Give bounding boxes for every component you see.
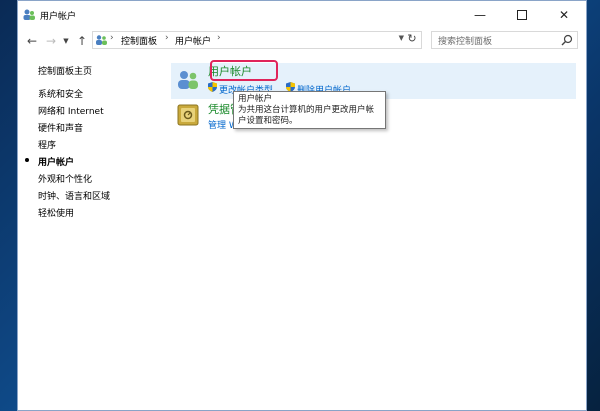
safe-icon[interactable]	[176, 103, 200, 127]
annotation-highlight-box	[210, 60, 278, 81]
uac-shield-icon	[208, 82, 217, 92]
search-input[interactable]: 搜索控制面板	[431, 31, 578, 49]
chevron-down-icon: ▼	[63, 37, 69, 45]
sidebar-item-user-accounts[interactable]: 用户帐户	[38, 155, 74, 168]
arrow-up-icon: ↑	[76, 34, 88, 48]
breadcrumb-control-panel[interactable]: 控制面板	[121, 34, 157, 47]
sidebar-item-system-security[interactable]: 系统和安全	[38, 87, 83, 100]
users-icon	[23, 9, 35, 20]
minimize-button[interactable]: —	[459, 1, 501, 29]
close-button[interactable]: ✕	[543, 1, 585, 29]
sidebar-item-clock-language-region[interactable]: 时钟、语言和区域	[38, 189, 110, 202]
arrow-right-icon: →	[45, 34, 57, 48]
navigation-bar: ← → ▼ ↑ › 控制面板 › 用户帐户 › ▼ ↻ 搜索控制面板	[18, 29, 586, 53]
search-icon[interactable]	[561, 34, 573, 46]
tooltip-body-line-2: 户设置和密码。	[238, 116, 298, 126]
breadcrumb-separator-icon[interactable]: ›	[110, 33, 114, 43]
address-history-chevron-icon[interactable]: ▼	[399, 34, 404, 42]
tooltip: 用户帐户 为共用这台计算机的用户更改用户帐 户设置和密码。	[233, 91, 386, 129]
sidebar-item-ease-of-access[interactable]: 轻松使用	[38, 206, 74, 219]
refresh-icon[interactable]: ↻	[405, 32, 419, 48]
breadcrumb-separator-icon[interactable]: ›	[165, 33, 169, 43]
sidebar-item-programs[interactable]: 程序	[38, 138, 56, 151]
maximize-button[interactable]	[501, 1, 543, 29]
sidebar-item-network-internet[interactable]: 网络和 Internet	[38, 104, 104, 117]
tooltip-title: 用户帐户	[238, 94, 273, 104]
breadcrumb-user-accounts[interactable]: 用户帐户	[175, 34, 211, 47]
minimize-icon: —	[474, 8, 486, 22]
tooltip-body-line-1: 为共用这台计算机的用户更改用户帐	[238, 105, 375, 115]
maximize-icon	[517, 10, 527, 20]
control-panel-window: 用户帐户 — ✕ ← → ▼ ↑ › 控制面板 › 用户帐户 › ▼ ↻ 搜索控…	[17, 0, 587, 411]
control-panel-icon	[96, 35, 107, 45]
search-placeholder: 搜索控制面板	[438, 37, 493, 47]
sidebar-item-hardware-sound[interactable]: 硬件和声音	[38, 121, 83, 134]
arrow-left-icon: ←	[26, 34, 38, 48]
up-button[interactable]: ↑	[75, 29, 89, 53]
breadcrumb-separator-icon[interactable]: ›	[217, 33, 221, 43]
close-icon: ✕	[558, 8, 570, 22]
address-bar[interactable]: › 控制面板 › 用户帐户 › ▼ ↻	[92, 31, 422, 49]
forward-button[interactable]: →	[43, 29, 59, 53]
back-button[interactable]: ←	[24, 29, 40, 53]
title-bar[interactable]: 用户帐户 — ✕	[18, 1, 586, 29]
sidebar-item-control-panel-home[interactable]: 控制面板主页	[38, 64, 92, 77]
users-icon[interactable]	[176, 68, 200, 92]
window-title: 用户帐户	[40, 12, 77, 22]
selected-bullet-icon	[25, 158, 29, 162]
recent-locations-button[interactable]: ▼	[61, 29, 71, 53]
sidebar-item-appearance[interactable]: 外观和个性化	[38, 172, 92, 185]
